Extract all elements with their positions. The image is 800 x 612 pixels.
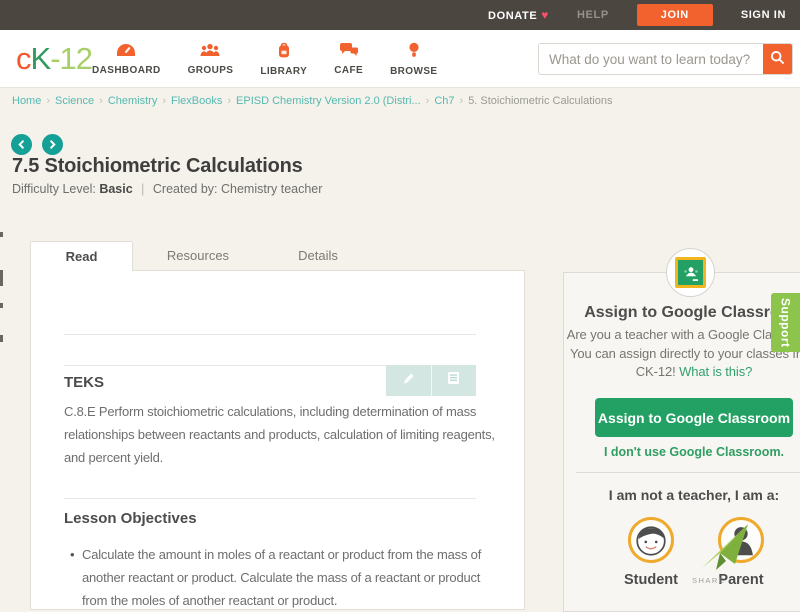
google-classroom-panel: Assign to Google Classroom Are you a tea… — [563, 272, 800, 612]
objectives-heading: Lesson Objectives — [64, 510, 197, 527]
created-by: Created by: Chemistry teacher — [152, 182, 323, 196]
document-icon — [447, 371, 460, 390]
tab-resources[interactable]: Resources — [143, 241, 253, 271]
bullet-icon: • — [70, 547, 75, 562]
search-icon — [770, 50, 785, 68]
breadcrumb: Home › Science › Chemistry › FlexBooks › EPISD C… — [12, 95, 613, 107]
nav-item-dashboard[interactable]: DASHBOARD — [92, 43, 161, 76]
ck12-logo[interactable]: cK-12 — [16, 41, 93, 77]
section-notes-button[interactable] — [430, 365, 477, 396]
breadcrumb-science[interactable]: Science — [55, 95, 94, 107]
breadcrumb-chemistry[interactable]: Chemistry — [108, 95, 158, 107]
library-backpack-icon — [276, 42, 292, 63]
chevron-left-icon — [17, 136, 26, 154]
breadcrumb-ch7[interactable]: Ch7 — [434, 95, 454, 107]
lesson-content: TEKS C.8.E Perform stoichiometric calcul… — [30, 270, 525, 610]
edit-section-button[interactable] — [386, 365, 431, 396]
help-link[interactable]: HELP — [577, 9, 609, 21]
tab-read[interactable]: Read — [30, 241, 133, 271]
edge-artifact — [0, 335, 3, 342]
prev-lesson-button[interactable] — [11, 134, 32, 155]
teks-paragraph: C.8.E Perform stoichiometric calculation… — [64, 404, 495, 465]
next-lesson-button[interactable] — [42, 134, 63, 155]
search-box — [538, 43, 793, 75]
role-student-button[interactable]: Student — [616, 517, 686, 588]
section-action-box — [386, 365, 476, 396]
site-header: cK-12 DASHBOARD GROUPS LIBRARY CAFE BROW… — [0, 30, 800, 88]
divider — [64, 334, 476, 335]
nav-item-cafe[interactable]: CAFE — [334, 42, 363, 76]
not-teacher-label: I am not a teacher, I am a: — [608, 487, 780, 503]
objective-item: • Calculate the amount in moles of a rea… — [64, 543, 494, 612]
page-subtitle: Difficulty Level: Basic | Created by: Ch… — [12, 182, 323, 196]
breadcrumb-home[interactable]: Home — [12, 95, 41, 107]
heart-icon: ♥ — [541, 8, 550, 22]
main-nav: DASHBOARD GROUPS LIBRARY CAFE BROWSE — [92, 30, 437, 88]
donate-link[interactable]: DONATE ♥ — [488, 8, 549, 22]
top-utility-bar: DONATE ♥ HELP JOIN SIGN IN — [0, 0, 800, 30]
cafe-chat-icon — [339, 42, 359, 62]
share-plane-icon — [698, 522, 750, 579]
signin-button[interactable]: SIGN IN — [741, 9, 786, 21]
no-classroom-link[interactable]: I don't use Google Classroom. — [564, 445, 800, 459]
edge-artifact — [0, 270, 3, 286]
divider — [64, 498, 476, 499]
page-title: 7.5 Stoichiometric Calculations — [12, 155, 303, 177]
assign-classroom-button[interactable]: Assign to Google Classroom — [595, 398, 793, 437]
teks-heading: TEKS — [64, 374, 105, 391]
breadcrumb-flexbooks[interactable]: FlexBooks — [171, 95, 222, 107]
google-classroom-icon — [666, 248, 715, 297]
dashboard-gauge-icon — [116, 43, 136, 62]
browse-lightbulb-icon — [408, 42, 420, 63]
breadcrumb-book[interactable]: EPISD Chemistry Version 2.0 (Distri... — [236, 95, 421, 107]
pencil-icon — [402, 372, 415, 390]
chevron-right-icon — [48, 136, 57, 154]
difficulty-value: Basic — [99, 182, 133, 196]
divider — [576, 472, 800, 473]
groups-people-icon — [199, 43, 221, 62]
nav-item-groups[interactable]: GROUPS — [188, 43, 234, 76]
support-tab[interactable]: Support — [771, 293, 800, 352]
student-avatar-icon — [628, 517, 674, 563]
search-button[interactable] — [763, 44, 792, 74]
edge-artifact — [0, 303, 3, 308]
join-button[interactable]: JOIN — [636, 4, 713, 26]
edge-artifact — [0, 232, 3, 237]
classroom-panel-heading: Assign to Google Classroom — [584, 304, 800, 321]
classroom-panel-intro: Are you a teacher with a Google Classroo… — [566, 327, 800, 379]
nav-item-library[interactable]: LIBRARY — [260, 42, 307, 77]
nav-item-browse[interactable]: BROWSE — [390, 42, 437, 77]
breadcrumb-current: 5. Stoichiometric Calculations — [468, 95, 613, 107]
what-is-this-link[interactable]: What is this? — [679, 364, 752, 379]
search-input[interactable] — [539, 44, 763, 74]
tab-details[interactable]: Details — [263, 241, 373, 271]
